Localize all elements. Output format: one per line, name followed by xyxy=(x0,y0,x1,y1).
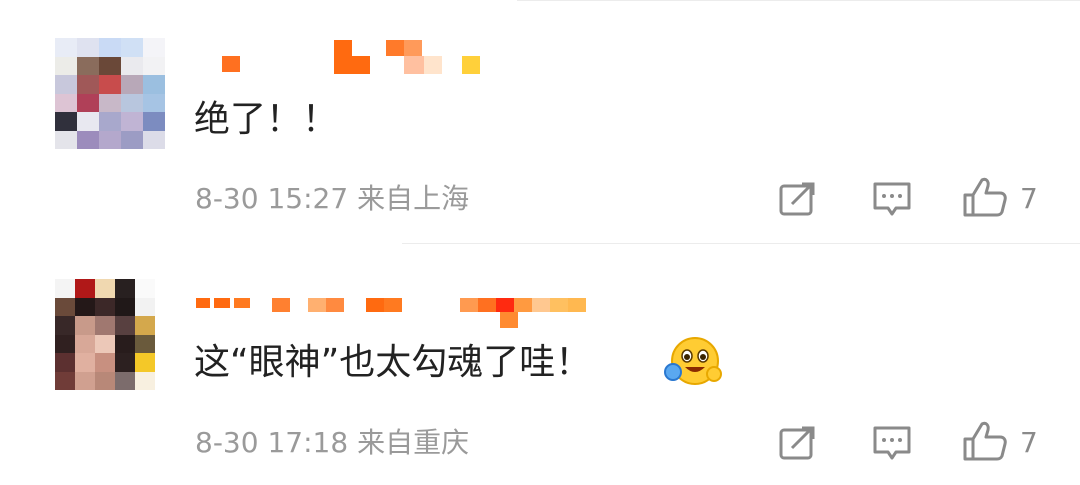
comment-icon[interactable] xyxy=(872,181,912,219)
comment-meta: 8-30 15:27 来自上海 xyxy=(195,183,469,215)
avatar-pixel xyxy=(95,371,115,390)
hug-face-icon xyxy=(664,336,722,388)
avatar-pixel xyxy=(115,297,135,316)
avatar-pixel xyxy=(55,56,77,75)
comment-icon[interactable] xyxy=(872,425,912,463)
avatar-pixel xyxy=(121,75,143,94)
avatar-pixel xyxy=(55,38,77,57)
like-icon[interactable] xyxy=(962,420,1008,462)
avatar[interactable] xyxy=(55,279,155,390)
comment-meta: 8-30 17:18 来自重庆 xyxy=(195,427,469,459)
avatar-pixel xyxy=(77,93,99,112)
avatar-pixel xyxy=(143,93,165,112)
avatar-pixel xyxy=(55,334,75,353)
avatar-pixel xyxy=(115,316,135,335)
avatar-pixel xyxy=(55,93,77,112)
avatar-pixel xyxy=(55,371,75,390)
avatar-pixel xyxy=(55,279,75,298)
avatar-pixel xyxy=(121,112,143,131)
avatar-pixel xyxy=(143,130,165,149)
avatar-pixel xyxy=(77,112,99,131)
like-icon[interactable] xyxy=(962,176,1008,218)
avatar-pixel xyxy=(115,371,135,390)
avatar-pixel xyxy=(115,279,135,298)
avatar-pixel xyxy=(135,371,155,390)
avatar-pixel xyxy=(135,297,155,316)
avatar-pixel xyxy=(99,93,121,112)
avatar-pixel xyxy=(95,334,115,353)
comment-date: 8-30 xyxy=(195,426,259,459)
avatar-pixel xyxy=(75,279,95,298)
repost-icon[interactable] xyxy=(778,181,818,217)
avatar-pixel xyxy=(121,38,143,57)
avatar-pixel xyxy=(115,353,135,372)
comment-date: 8-30 xyxy=(195,182,259,215)
avatar-pixel xyxy=(77,56,99,75)
avatar-pixel xyxy=(77,38,99,57)
avatar-pixel xyxy=(75,371,95,390)
avatar-pixel xyxy=(95,316,115,335)
top-divider xyxy=(517,0,1080,1)
avatar-pixel xyxy=(75,334,95,353)
avatar-pixel xyxy=(99,75,121,94)
avatar-pixel xyxy=(55,112,77,131)
avatar-pixel xyxy=(99,130,121,149)
avatar-pixel xyxy=(115,334,135,353)
avatar-pixel xyxy=(121,130,143,149)
username[interactable] xyxy=(190,296,600,332)
avatar-pixel xyxy=(77,130,99,149)
repost-icon[interactable] xyxy=(778,425,818,461)
comment-location: 来自上海 xyxy=(357,182,470,215)
comment-text: 这“眼神”也太勾魂了哇！ xyxy=(194,342,592,383)
avatar-pixel xyxy=(55,297,75,316)
avatar-pixel xyxy=(143,112,165,131)
like-count: 7 xyxy=(1020,426,1038,459)
avatar-pixel xyxy=(135,316,155,335)
avatar-pixel xyxy=(95,353,115,372)
username[interactable] xyxy=(190,36,490,82)
avatar-pixel xyxy=(143,56,165,75)
avatar-pixel xyxy=(55,130,77,149)
avatar-pixel xyxy=(95,297,115,316)
avatar-pixel xyxy=(55,353,75,372)
avatar-pixel xyxy=(75,316,95,335)
avatar-pixel xyxy=(75,297,95,316)
avatar-pixel xyxy=(77,75,99,94)
avatar[interactable] xyxy=(55,38,165,149)
avatar-pixel xyxy=(143,75,165,94)
avatar-pixel xyxy=(143,38,165,57)
avatar-pixel xyxy=(75,353,95,372)
avatar-pixel xyxy=(55,75,77,94)
avatar-pixel xyxy=(135,334,155,353)
like-count: 7 xyxy=(1020,182,1038,215)
avatar-pixel xyxy=(121,56,143,75)
avatar-pixel xyxy=(99,38,121,57)
avatar-pixel xyxy=(55,316,75,335)
avatar-pixel xyxy=(135,279,155,298)
avatar-pixel xyxy=(135,353,155,372)
avatar-pixel xyxy=(99,112,121,131)
comment-location: 来自重庆 xyxy=(357,426,470,459)
avatar-pixel xyxy=(99,56,121,75)
comment-divider xyxy=(402,243,1080,244)
comment-text: 绝了！！ xyxy=(194,99,339,140)
comment-time: 15:27 xyxy=(267,182,349,215)
avatar-pixel xyxy=(95,279,115,298)
comment-time: 17:18 xyxy=(267,426,349,459)
avatar-pixel xyxy=(121,93,143,112)
